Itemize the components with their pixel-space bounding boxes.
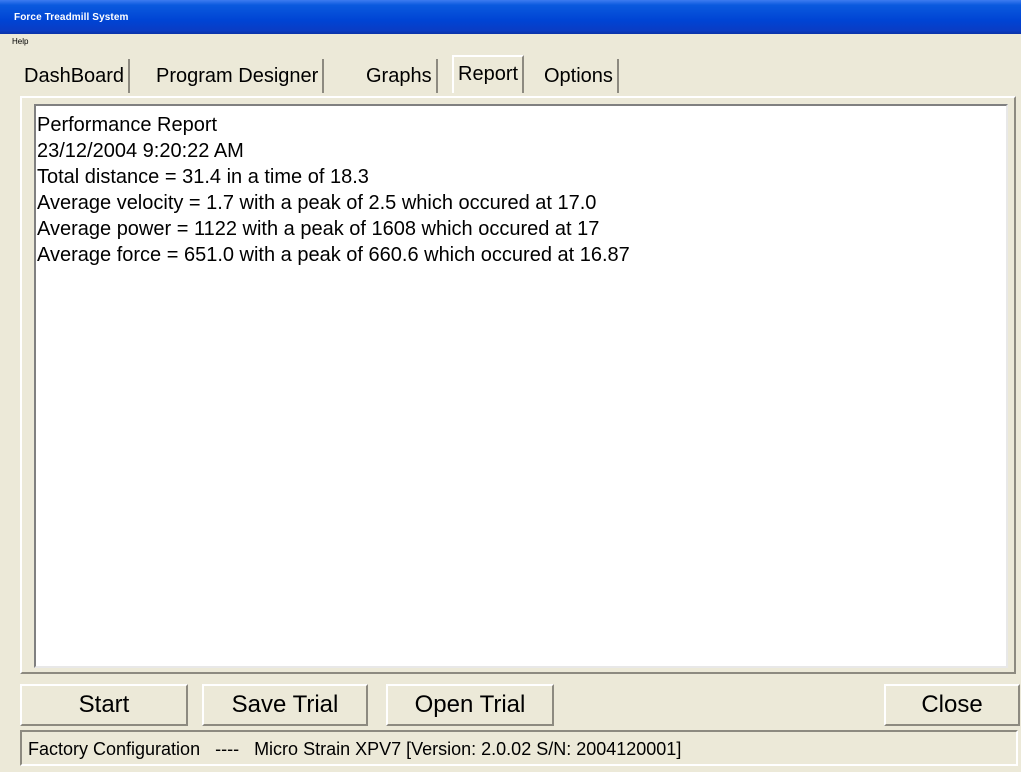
window-title: Force Treadmill System [14, 12, 129, 23]
title-bar[interactable]: Force Treadmill System [0, 0, 1021, 34]
tab-program-designer[interactable]: Program Designer [152, 59, 325, 93]
start-button[interactable]: Start [20, 684, 188, 726]
tab-report[interactable]: Report [452, 55, 525, 93]
report-line-velocity: Average velocity = 1.7 with a peak of 2.… [37, 192, 597, 214]
menu-bar: Help [0, 34, 1021, 52]
tab-dashboard[interactable]: DashBoard [20, 59, 131, 93]
status-text: Factory Configuration ---- Micro Strain … [28, 739, 682, 759]
tab-graphs[interactable]: Graphs [362, 59, 438, 93]
save-trial-button[interactable]: Save Trial [202, 684, 368, 726]
open-trial-button[interactable]: Open Trial [386, 684, 554, 726]
menu-help[interactable]: Help [12, 37, 28, 46]
report-panel: Performance Report 23/12/2004 9:20:22 AM… [20, 96, 1016, 674]
report-textbox[interactable]: Performance Report 23/12/2004 9:20:22 AM… [34, 104, 1008, 668]
report-title: Performance Report [37, 114, 218, 136]
report-line-power: Average power = 1122 with a peak of 1608… [37, 218, 600, 240]
report-timestamp: 23/12/2004 9:20:22 AM [37, 140, 244, 162]
tab-strip: DashBoard Program Designer Graphs Report… [20, 55, 1020, 95]
status-bar: Factory Configuration ---- Micro Strain … [20, 730, 1018, 766]
report-line-distance: Total distance = 31.4 in a time of 18.3 [37, 166, 369, 188]
tab-options[interactable]: Options [540, 59, 619, 93]
close-button[interactable]: Close [884, 684, 1020, 726]
report-line-force: Average force = 651.0 with a peak of 660… [37, 244, 630, 266]
